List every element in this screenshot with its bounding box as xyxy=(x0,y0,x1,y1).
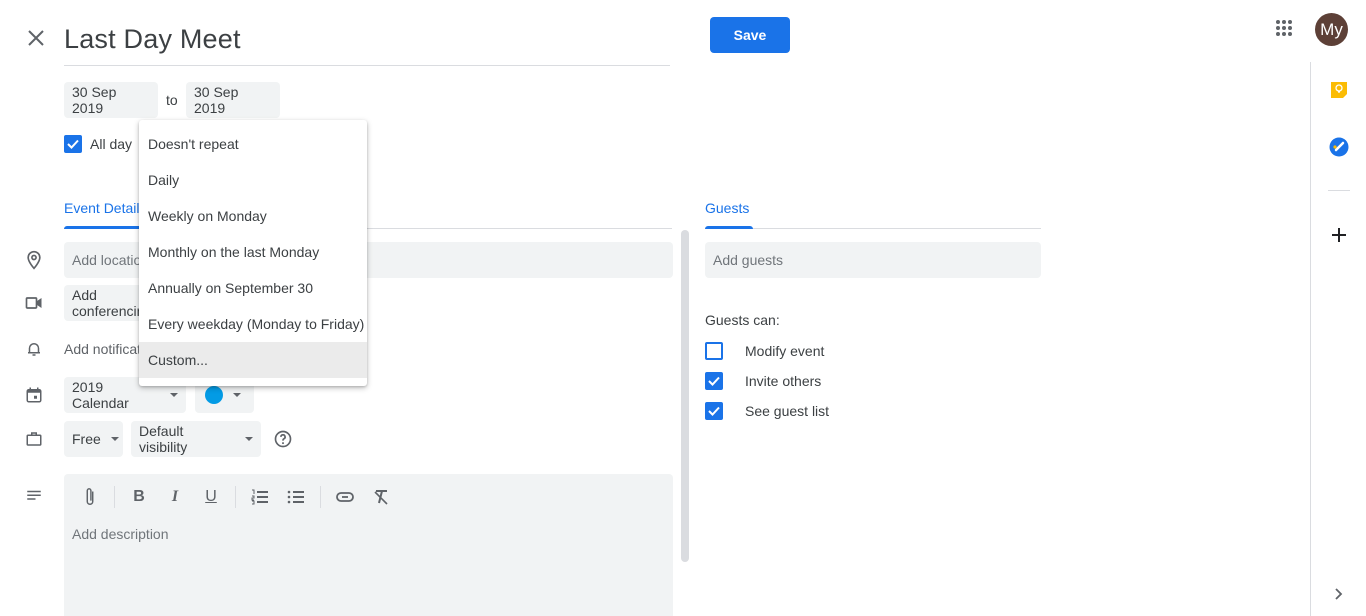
see-guest-list-checkbox[interactable] xyxy=(705,402,723,420)
save-button[interactable]: Save xyxy=(710,17,790,53)
bell-icon xyxy=(22,337,46,361)
location-icon xyxy=(22,248,46,272)
all-day-label: All day xyxy=(90,136,133,152)
add-guests-input[interactable]: Add guests xyxy=(705,242,1041,278)
bulleted-list-button[interactable] xyxy=(284,485,308,509)
visibility-select-value: Default visibility xyxy=(139,423,188,455)
tab-guests[interactable]: Guests xyxy=(705,200,749,216)
link-icon xyxy=(336,492,354,502)
chevron-down-icon xyxy=(245,437,253,441)
tasks-icon xyxy=(1329,137,1349,157)
tasks-button[interactable] xyxy=(1328,136,1350,158)
apps-button[interactable] xyxy=(1270,14,1298,42)
repeat-option-none[interactable]: Doesn't repeat xyxy=(139,126,367,162)
close-icon xyxy=(28,30,44,46)
end-date-field[interactable]: 30 Sep 2019 xyxy=(186,82,280,118)
apps-grid-icon xyxy=(1276,20,1292,36)
italic-icon: I xyxy=(171,488,179,505)
checkmark-icon xyxy=(708,406,720,416)
clear-formatting-button[interactable] xyxy=(369,485,393,509)
bulleted-list-icon xyxy=(287,490,304,504)
side-panel-divider xyxy=(1328,190,1350,191)
video-camera-icon xyxy=(22,291,46,315)
checkmark-icon xyxy=(708,376,720,386)
underline-icon: U xyxy=(205,488,217,505)
see-guest-list-label: See guest list xyxy=(745,403,830,419)
scrollbar[interactable] xyxy=(681,230,689,562)
repeat-option-monthly[interactable]: Monthly on the last Monday xyxy=(139,234,367,270)
link-button[interactable] xyxy=(333,485,357,509)
bold-icon: B xyxy=(133,488,145,505)
description-placeholder: Add description xyxy=(72,526,169,542)
modify-event-checkbox[interactable] xyxy=(705,342,723,360)
help-circle-icon xyxy=(274,430,292,448)
repeat-option-weekdays[interactable]: Every weekday (Monday to Friday) xyxy=(139,306,367,342)
italic-button[interactable]: I xyxy=(163,485,187,509)
description-editor[interactable]: B I U Add description xyxy=(64,474,673,616)
color-swatch xyxy=(205,386,223,404)
guest-permissions-heading: Guests can: xyxy=(705,312,780,328)
calendar-icon xyxy=(22,383,46,407)
toolbar-divider xyxy=(320,486,321,508)
underline-button[interactable]: U xyxy=(199,485,223,509)
title-input[interactable]: Last Day Meet xyxy=(64,18,670,66)
modify-event-label: Modify event xyxy=(745,343,825,359)
chevron-down-icon xyxy=(233,393,241,397)
add-icon xyxy=(1332,228,1346,242)
repeat-menu: Doesn't repeat Daily Weekly on Monday Mo… xyxy=(139,120,367,386)
checkmark-icon xyxy=(67,139,79,149)
tab-divider xyxy=(705,228,1041,229)
repeat-option-annually[interactable]: Annually on September 30 xyxy=(139,270,367,306)
get-addons-button[interactable] xyxy=(1329,225,1349,245)
date-separator: to xyxy=(166,92,178,108)
expand-side-panel-button[interactable] xyxy=(1331,586,1347,602)
repeat-option-weekly[interactable]: Weekly on Monday xyxy=(139,198,367,234)
description-icon xyxy=(22,484,46,508)
visibility-select[interactable]: Default visibility xyxy=(131,421,261,457)
event-title: Last Day Meet xyxy=(64,24,241,54)
chevron-down-icon xyxy=(110,437,119,441)
toolbar-divider xyxy=(114,486,115,508)
start-date-field[interactable]: 30 Sep 2019 xyxy=(64,82,158,118)
repeat-option-custom[interactable]: Custom... xyxy=(139,342,367,378)
account-avatar[interactable]: My xyxy=(1315,13,1348,46)
keep-icon xyxy=(1331,82,1347,98)
help-button[interactable] xyxy=(272,428,294,450)
chevron-down-icon xyxy=(170,393,178,397)
formatting-toolbar: B I U xyxy=(64,482,405,512)
availability-select-value: Free xyxy=(72,431,101,447)
all-day-checkbox[interactable] xyxy=(64,135,82,153)
availability-select[interactable]: Free xyxy=(64,421,123,457)
tab-active-indicator xyxy=(705,226,753,229)
keep-button[interactable] xyxy=(1329,80,1349,100)
numbered-list-button[interactable] xyxy=(248,485,272,509)
attachment-button[interactable] xyxy=(78,485,102,509)
repeat-option-daily[interactable]: Daily xyxy=(139,162,367,198)
invite-others-label: Invite others xyxy=(745,373,822,389)
numbered-list-icon xyxy=(251,489,268,505)
clear-formatting-icon xyxy=(374,490,388,505)
attachment-icon xyxy=(86,488,94,505)
toolbar-divider xyxy=(235,486,236,508)
close-button[interactable] xyxy=(22,24,50,52)
briefcase-icon xyxy=(22,427,46,451)
bold-button[interactable]: B xyxy=(127,485,151,509)
tab-event-details[interactable]: Event Details xyxy=(64,200,146,216)
chevron-right-icon xyxy=(1335,588,1343,600)
invite-others-checkbox[interactable] xyxy=(705,372,723,390)
